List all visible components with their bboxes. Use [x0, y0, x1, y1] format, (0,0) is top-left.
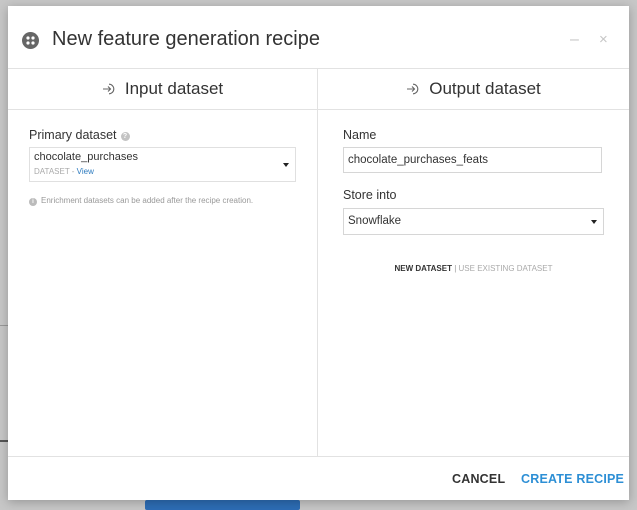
- minimize-button[interactable]: –: [570, 30, 579, 50]
- store-into-select[interactable]: Snowflake: [343, 208, 604, 235]
- use-existing-dataset-option[interactable]: USE EXISTING DATASET: [459, 264, 553, 273]
- mode-separator: |: [454, 264, 457, 273]
- output-dataset-panel: Output dataset Name Store into Snowflake…: [318, 68, 629, 457]
- info-icon: i: [29, 198, 37, 206]
- sign-in-icon: [102, 83, 116, 95]
- dataset-type-label: DATASET: [34, 167, 70, 176]
- primary-dataset-label-text: Primary dataset: [29, 128, 117, 142]
- view-dataset-link[interactable]: View: [77, 167, 94, 176]
- store-into-label: Store into: [343, 188, 397, 202]
- backdrop-line: [0, 325, 8, 326]
- question-icon[interactable]: ?: [120, 132, 130, 141]
- new-dataset-option[interactable]: NEW DATASET: [395, 264, 452, 273]
- primary-dataset-label: Primary dataset?: [29, 128, 130, 142]
- name-label: Name: [343, 128, 377, 142]
- modal-header: New feature generation recipe – ×: [8, 6, 629, 68]
- backdrop-line: [0, 440, 8, 442]
- caret-down-icon: [283, 163, 289, 167]
- input-dataset-panel: Input dataset Primary dataset? chocolate…: [8, 68, 318, 457]
- enrichment-note: i Enrichment datasets can be added after …: [29, 196, 253, 206]
- recipe-icon: [22, 32, 39, 49]
- input-dataset-header: Input dataset: [8, 69, 317, 110]
- modal-footer: CANCEL CREATE RECIPE: [8, 456, 629, 501]
- output-dataset-title: Output dataset: [429, 79, 541, 98]
- output-dataset-header: Output dataset: [318, 69, 629, 110]
- meta-separator: -: [69, 167, 77, 176]
- primary-dataset-name: chocolate_purchases: [34, 151, 138, 163]
- primary-dataset-meta: DATASET - View: [34, 167, 94, 176]
- output-name-input[interactable]: [343, 147, 602, 173]
- caret-down-icon: [591, 220, 597, 224]
- create-recipe-button[interactable]: CREATE RECIPE: [521, 472, 624, 486]
- primary-dataset-select[interactable]: chocolate_purchases DATASET - View: [29, 147, 296, 182]
- input-dataset-title: Input dataset: [124, 79, 224, 98]
- enrichment-note-text: Enrichment datasets can be added after t…: [41, 196, 254, 205]
- backdrop-button: [145, 500, 300, 510]
- modal-title: New feature generation recipe: [52, 28, 320, 50]
- cancel-button[interactable]: CANCEL: [452, 472, 505, 486]
- new-recipe-modal: New feature generation recipe – × Input …: [8, 6, 629, 500]
- store-into-value: Snowflake: [348, 215, 402, 227]
- dataset-mode-toggle: NEW DATASET | USE EXISTING DATASET: [318, 264, 629, 273]
- close-button[interactable]: ×: [599, 30, 608, 50]
- sign-in-icon: [406, 83, 420, 95]
